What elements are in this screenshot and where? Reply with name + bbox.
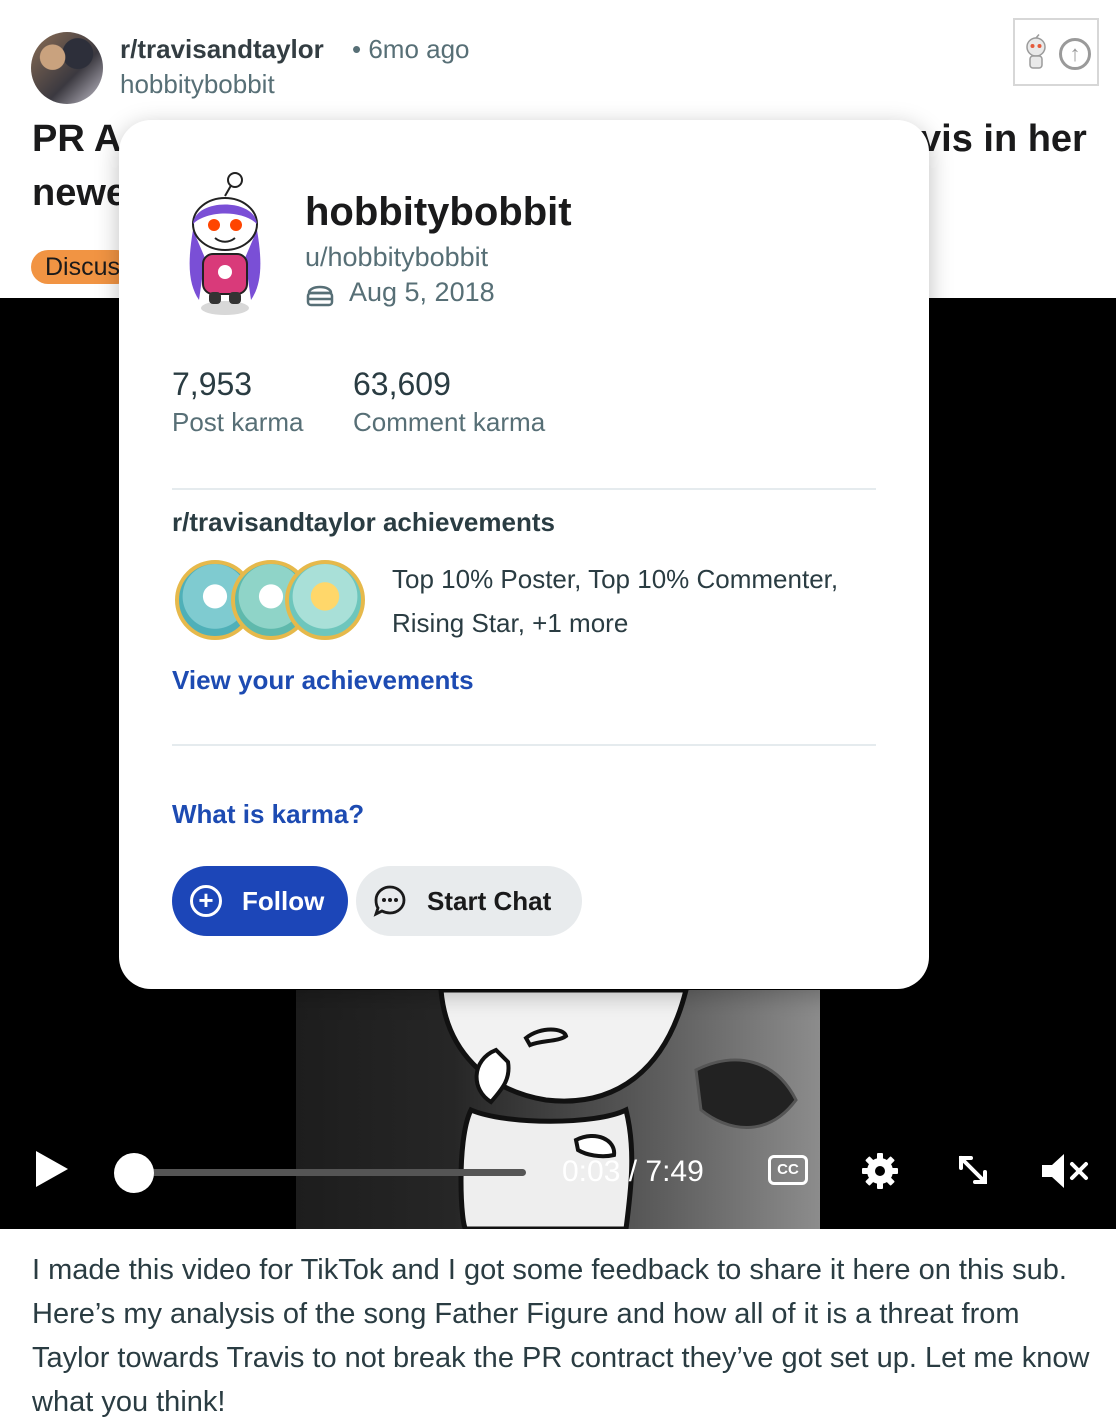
- start-chat-button[interactable]: Start Chat: [356, 866, 582, 936]
- achievement-badges[interactable]: [175, 560, 365, 642]
- achievements-list: Top 10% Poster, Top 10% Commenter, Risin…: [392, 564, 839, 638]
- user-snoo-avatar[interactable]: [183, 170, 267, 318]
- post-karma-label: Post karma: [172, 407, 304, 437]
- play-icon[interactable]: [36, 1151, 68, 1187]
- plus-circle-icon: +: [190, 885, 222, 917]
- achievements-title: r/travisandtaylor achievements: [172, 507, 555, 537]
- what-is-karma-link[interactable]: What is karma?: [172, 799, 364, 830]
- progress-track[interactable]: [134, 1169, 526, 1176]
- chat-bubble-icon: [373, 885, 406, 917]
- divider: [172, 488, 876, 490]
- gear-icon[interactable]: [860, 1151, 900, 1191]
- view-achievements-link[interactable]: View your achievements: [172, 665, 474, 696]
- post-body-text: I made this video for TikTok and I got s…: [32, 1254, 1090, 1418]
- subreddit-avatar[interactable]: [31, 32, 103, 104]
- follow-label: Follow: [242, 886, 325, 916]
- divider: [172, 744, 876, 746]
- post-time: • 6mo ago: [352, 34, 470, 64]
- upload-arrow-icon[interactable]: ↑: [1059, 38, 1091, 70]
- comment-karma-label: Comment karma: [353, 407, 546, 437]
- closed-captions-button[interactable]: CC: [768, 1155, 808, 1185]
- cake-day-date: Aug 5, 2018: [349, 277, 495, 307]
- post-karma-value: 7,953: [172, 366, 253, 402]
- fullscreen-expand-icon[interactable]: [956, 1153, 990, 1187]
- post-author[interactable]: hobbitybobbit: [120, 69, 275, 100]
- cake-icon: [306, 285, 334, 307]
- post-title-line1-left: PR A: [32, 118, 122, 160]
- snoo-icon: [1026, 34, 1046, 69]
- comment-karma-value: 63,609: [353, 366, 451, 402]
- profile-display-name[interactable]: hobbitybobbit: [305, 190, 572, 235]
- rising-star-badge-icon: [285, 560, 365, 640]
- overlay-corner-widget[interactable]: ↑: [1013, 18, 1099, 86]
- time-display: 0:03 / 7:49: [562, 1155, 704, 1188]
- profile-username[interactable]: u/hobbitybobbit: [305, 242, 488, 273]
- post-title-line2-left: newe: [32, 172, 128, 214]
- video-frame-illustration: [438, 990, 798, 1229]
- follow-button[interactable]: + Follow: [172, 866, 348, 936]
- user-profile-hovercard: hobbitybobbit u/hobbitybobbit Aug 5, 201…: [119, 120, 929, 989]
- start-chat-label: Start Chat: [427, 886, 552, 916]
- video-frame: [296, 990, 820, 1229]
- muted-speaker-icon[interactable]: [1040, 1151, 1090, 1191]
- progress-scrubber[interactable]: [114, 1153, 154, 1193]
- subreddit-name[interactable]: r/travisandtaylor: [120, 34, 324, 65]
- post-title-line1-right: vis in her: [920, 118, 1087, 160]
